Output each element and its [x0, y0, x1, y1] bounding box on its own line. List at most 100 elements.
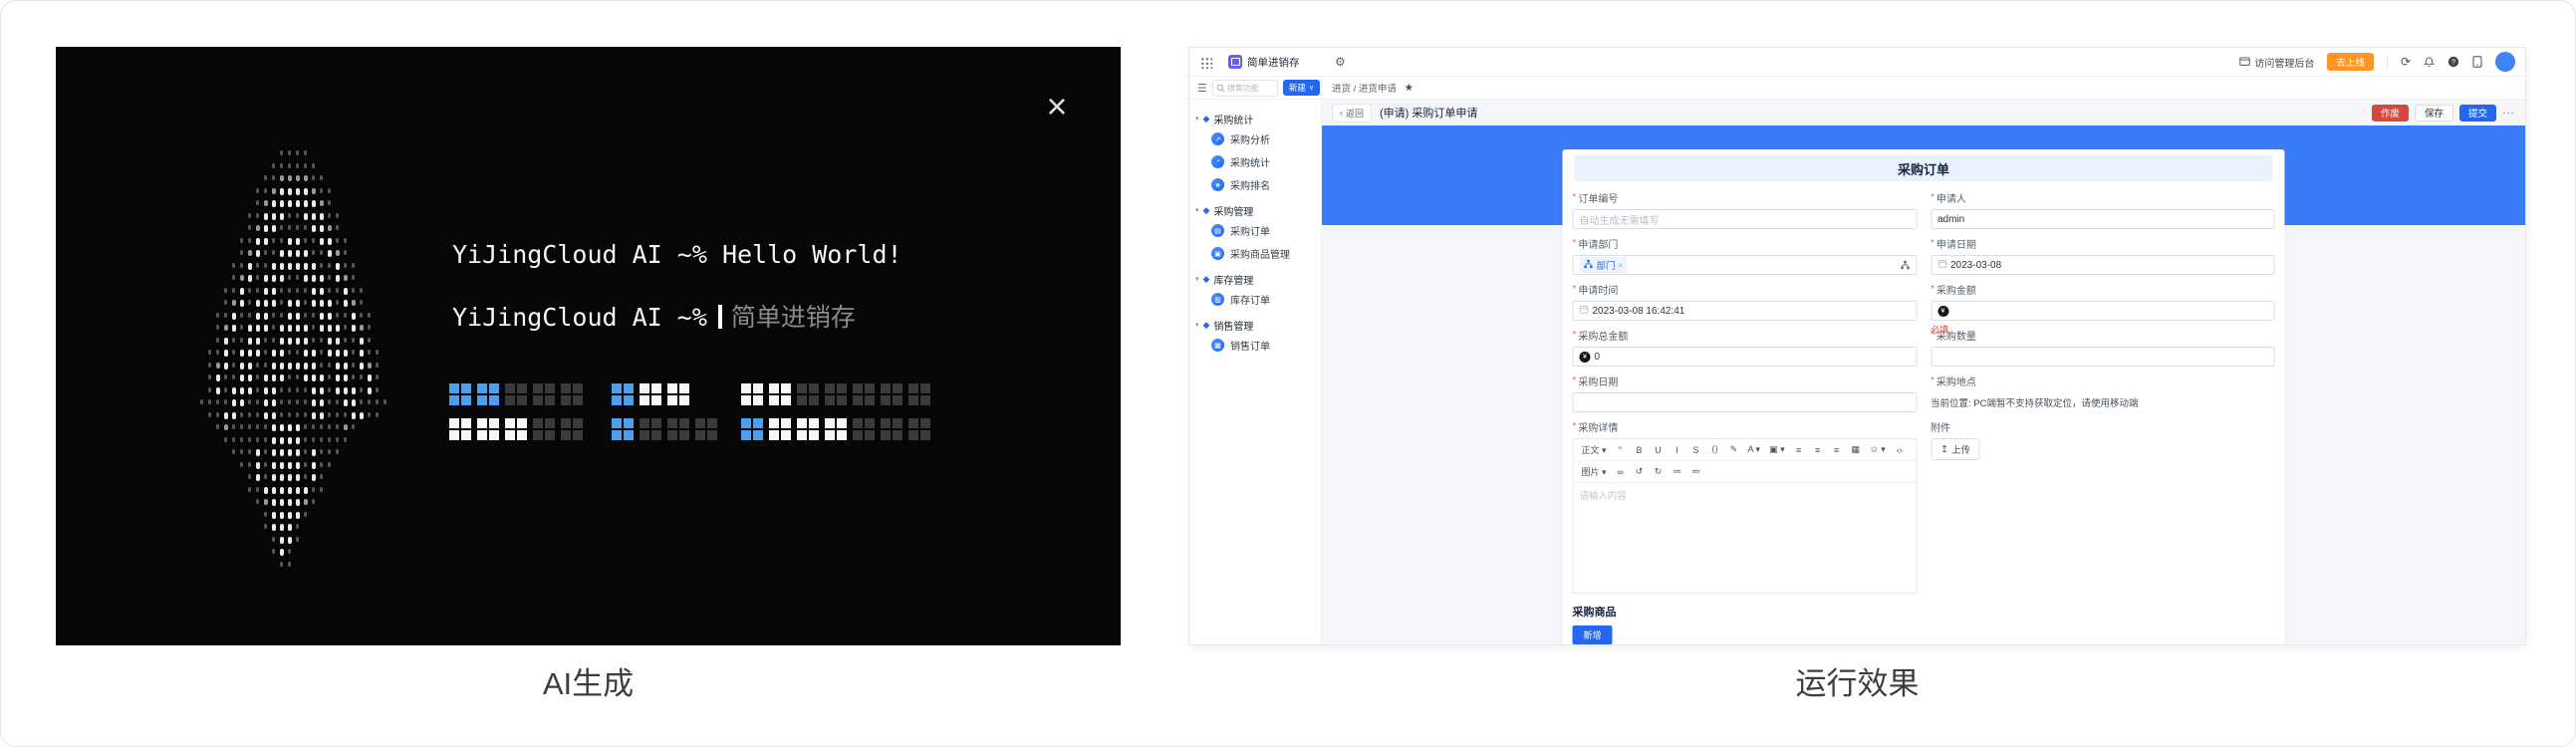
editor-tool-button[interactable]: ≔	[1669, 464, 1686, 479]
admin-backend-link[interactable]: 访问管理后台	[2239, 55, 2314, 70]
editor-tool-button[interactable]: ‹›	[1891, 443, 1909, 457]
pixel-cluster	[533, 418, 555, 440]
pixel-cluster	[667, 383, 689, 405]
search-input[interactable]: 搜索功能	[1211, 79, 1278, 97]
sidebar-item[interactable]: ▣ 采购商品管理	[1195, 242, 1321, 265]
add-product-button[interactable]: 新增	[1572, 625, 1613, 644]
editor-tool-button[interactable]: ↻	[1650, 464, 1668, 479]
editor-tool-button[interactable]: ↺	[1631, 464, 1649, 479]
sidebar-group-header[interactable]: ▾ ◆ 库存管理	[1195, 270, 1321, 288]
save-button[interactable]: 保存	[2414, 104, 2453, 122]
refresh-icon[interactable]: ⟳	[2401, 56, 2411, 68]
new-button[interactable]: 新建 ∨	[1282, 80, 1321, 96]
gem-icon: ◆	[1202, 113, 1210, 124]
field-label-text: 附件	[1931, 423, 1950, 434]
caption-right: 运行效果	[1795, 666, 1920, 701]
sidebar-group-label: 采购统计	[1213, 115, 1254, 126]
terminal-line-1: YiJingCloud AI ~% Hello World!	[452, 240, 902, 269]
field-label-text: 采购地点	[1935, 377, 1976, 388]
monitor-icon	[2239, 57, 2251, 66]
favorite-star-icon[interactable]: ★	[1405, 83, 1414, 94]
pixel-cluster	[769, 418, 791, 440]
sidebar-menu: ▾ ◆ 采购统计 ↗ 采购分析 ◔ 采购统计 ★ 采购排名 ▾ ◆ 采购管理 ▤ 采购订单 ▣ 采购商品管理 ▾…	[1189, 100, 1322, 644]
field-label-text: 采购日期	[1578, 377, 1619, 388]
editor-tool-button[interactable]: I	[1669, 443, 1686, 457]
editor-tool-button[interactable]: ≡	[1809, 443, 1827, 457]
field-input[interactable]: 自动生成无需填写	[1572, 209, 1917, 229]
help-icon[interactable]: ?	[2447, 56, 2459, 68]
editor-tool-button[interactable]: A ▾	[1744, 442, 1765, 457]
editor-tool-button[interactable]: ≡	[1828, 443, 1846, 457]
field-input[interactable]: 2023-03-08	[1931, 255, 2275, 275]
editor-tool-button[interactable]: “	[1612, 443, 1630, 457]
menu-item-icon: ▣	[1211, 247, 1224, 260]
search-icon	[1216, 84, 1225, 92]
back-button[interactable]: ‹ 返回	[1332, 103, 1373, 123]
remove-tag-icon[interactable]: ×	[1619, 261, 1624, 270]
app-grid-icon[interactable]	[1199, 55, 1212, 69]
breadcrumb[interactable]: 进货 / 进货申请	[1332, 81, 1397, 95]
close-icon[interactable]: ×	[1040, 89, 1074, 124]
pixel-cluster	[825, 383, 847, 405]
field-input[interactable]: admin	[1931, 209, 2275, 229]
editor-tool-button[interactable]: ∞	[1612, 465, 1630, 479]
sidebar-group: ▾ ◆ 库存管理 ▥ 库存订单	[1195, 270, 1321, 311]
field-input[interactable]	[1931, 347, 2275, 367]
department-picker[interactable]: 部门 ×	[1572, 255, 1917, 275]
sidebar-item[interactable]: ▥ 库存订单	[1195, 288, 1321, 311]
main-content: ‹ 返回 (申请) 采购订单申请 作废 保存 提交 ··· 采购订单 * 订单编…	[1322, 100, 2525, 644]
submit-button[interactable]: 提交	[2458, 104, 2496, 122]
editor-tool-button[interactable]: 正文 ▾	[1578, 441, 1611, 458]
user-avatar[interactable]	[2495, 52, 2515, 72]
go-live-button[interactable]: 去上线	[2327, 53, 2374, 71]
field-label: * 采购金额	[1931, 283, 2275, 297]
pixel-cluster	[612, 418, 634, 440]
app-tab[interactable]: 简单进销存	[1228, 55, 1300, 70]
sidebar-item[interactable]: ↗ 采购分析	[1195, 127, 1321, 150]
required-asterisk: *	[1572, 330, 1577, 341]
pixel-cluster	[449, 383, 471, 405]
org-picker-icon[interactable]	[1900, 260, 1910, 270]
gear-icon[interactable]: ⚙	[1335, 55, 1346, 69]
bell-icon[interactable]	[2424, 56, 2435, 68]
chevron-left-icon: ‹	[1340, 108, 1343, 118]
sidebar-item[interactable]: ▦ 销售订单	[1195, 334, 1321, 357]
field-input[interactable]: ¥0	[1572, 347, 1917, 367]
editor-tool-button[interactable]: ✎	[1725, 442, 1743, 457]
editor-tool-button[interactable]: B	[1631, 443, 1649, 457]
sidebar-item[interactable]: ★ 采购排名	[1195, 173, 1321, 196]
sidebar-item[interactable]: ▤ 采购订单	[1195, 219, 1321, 242]
mobile-icon[interactable]	[2472, 56, 2482, 68]
required-asterisk: *	[1572, 284, 1577, 295]
field-input[interactable]: 2023-03-08 16:42:41	[1572, 301, 1917, 321]
editor-tool-button[interactable]: U	[1650, 443, 1668, 457]
field-label: * 采购详情	[1573, 420, 1918, 434]
sidebar-group-header[interactable]: ▾ ◆ 采购管理	[1195, 201, 1321, 219]
editor-tool-button[interactable]: ⟨⟩	[1706, 442, 1724, 457]
editor-tool-button[interactable]: S	[1687, 443, 1705, 457]
collapse-menu-icon[interactable]: ☰	[1197, 82, 1207, 95]
editor-tool-button[interactable]: ▦	[1847, 442, 1865, 457]
void-button[interactable]: 作废	[2371, 104, 2409, 122]
pixel-cluster	[640, 418, 661, 440]
sidebar-group-header[interactable]: ▾ ◆ 销售管理	[1195, 316, 1321, 334]
field-input[interactable]: ¥	[1931, 301, 2275, 321]
more-actions-button[interactable]: ···	[2502, 108, 2515, 119]
field-input[interactable]	[1572, 392, 1917, 412]
editor-tool-button[interactable]: ≡	[1790, 443, 1808, 457]
editor-tool-button[interactable]: 图片 ▾	[1578, 463, 1611, 480]
purchase-order-card: 采购订单 * 订单编号 自动生成无需填写 * 申请部门 部门 × * 申请时间 2023-03-0…	[1562, 149, 2285, 644]
editor-content-area[interactable]: 请输入内容	[1574, 483, 1917, 593]
required-asterisk: *	[1931, 238, 1934, 249]
sidebar-group-header[interactable]: ▾ ◆ 采购统计	[1195, 110, 1321, 127]
editor-tool-button[interactable]: ☺ ▾	[1866, 442, 1890, 457]
field-label-text: 采购详情	[1578, 423, 1619, 434]
upload-button[interactable]: ↥ 上传	[1931, 438, 1980, 460]
comparison-frame: × YiJingCloud AI ~% Hello World! YiJingC…	[0, 0, 2576, 747]
menu-item-icon: ▦	[1211, 339, 1224, 352]
sidebar-toolbar: ☰ 搜索功能 新建 ∨	[1189, 77, 1322, 99]
sidebar-item[interactable]: ◔ 采购统计	[1195, 150, 1321, 173]
editor-tool-button[interactable]: ≕	[1687, 464, 1705, 479]
required-asterisk: *	[1572, 238, 1577, 249]
editor-tool-button[interactable]: ▣ ▾	[1765, 442, 1789, 457]
